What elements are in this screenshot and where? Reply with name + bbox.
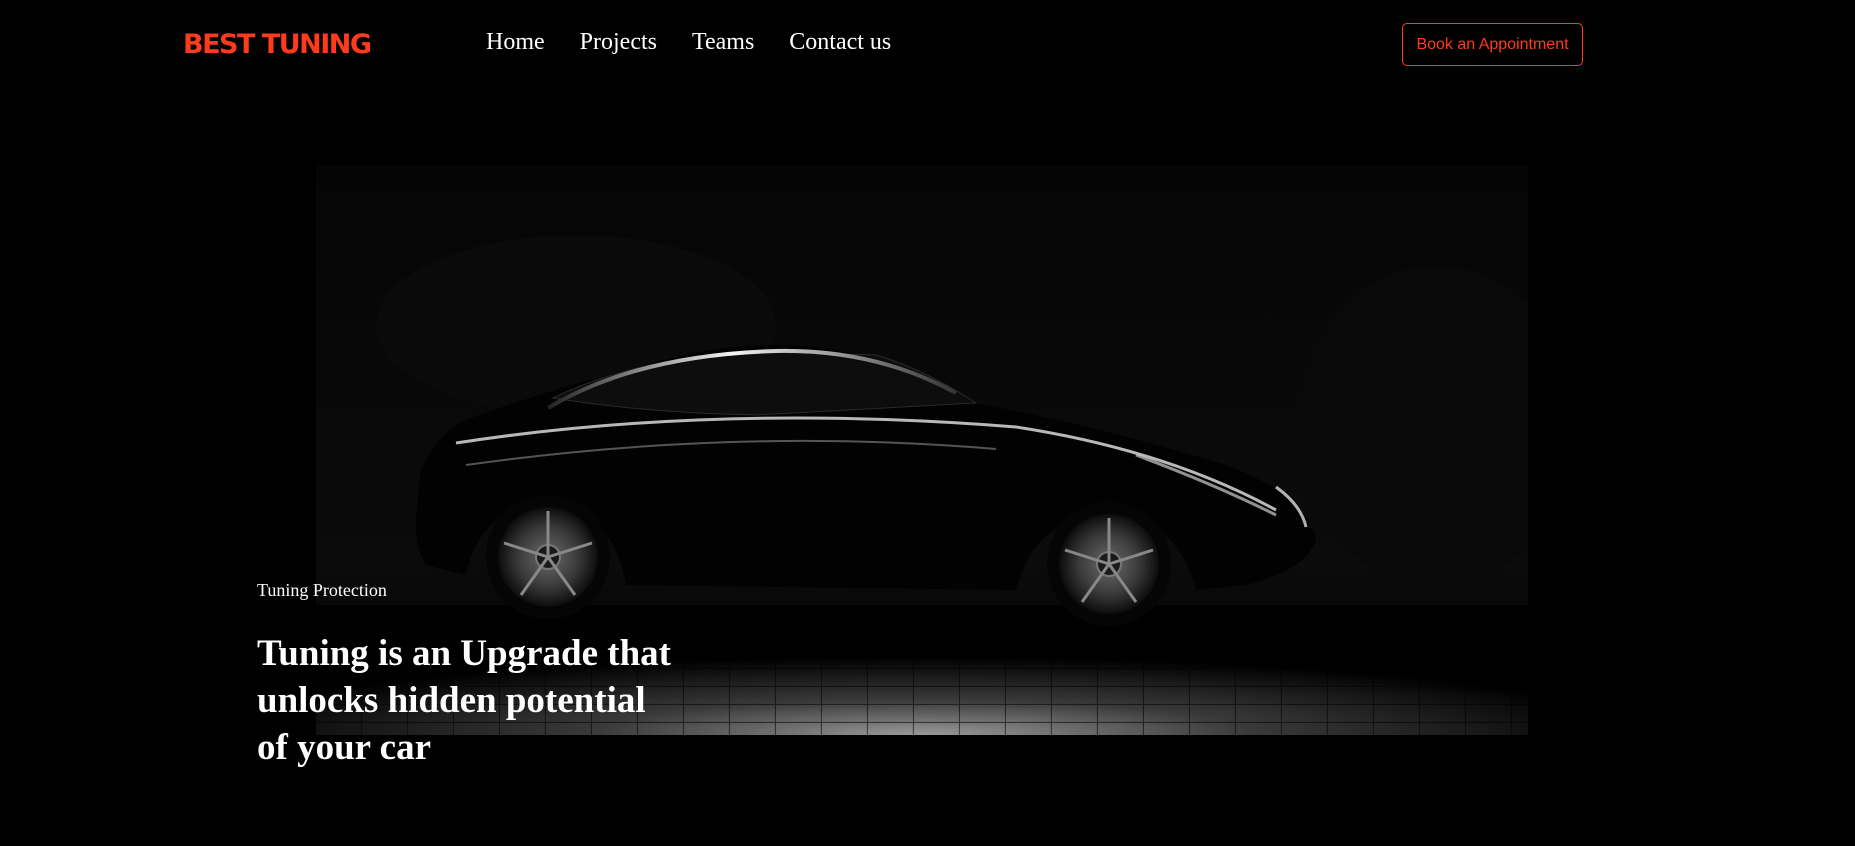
hero-headline: Tuning is an Upgrade that unlocks hidden… (257, 633, 671, 768)
hero-eyebrow: Tuning Protection (257, 580, 387, 600)
main-nav: Home Projects Teams Contact us (486, 29, 891, 56)
nav-item-teams[interactable]: Teams (692, 29, 754, 56)
brand-logo[interactable]: BEST TUNING (183, 29, 372, 60)
nav-item-projects[interactable]: Projects (580, 29, 657, 56)
nav-item-contact-us[interactable]: Contact us (789, 29, 891, 56)
nav-item-home[interactable]: Home (486, 29, 545, 56)
book-appointment-button[interactable]: Book an Appointment (1402, 23, 1583, 66)
landing-page: BEST TUNING Home Projects Teams Contact … (0, 0, 1855, 846)
